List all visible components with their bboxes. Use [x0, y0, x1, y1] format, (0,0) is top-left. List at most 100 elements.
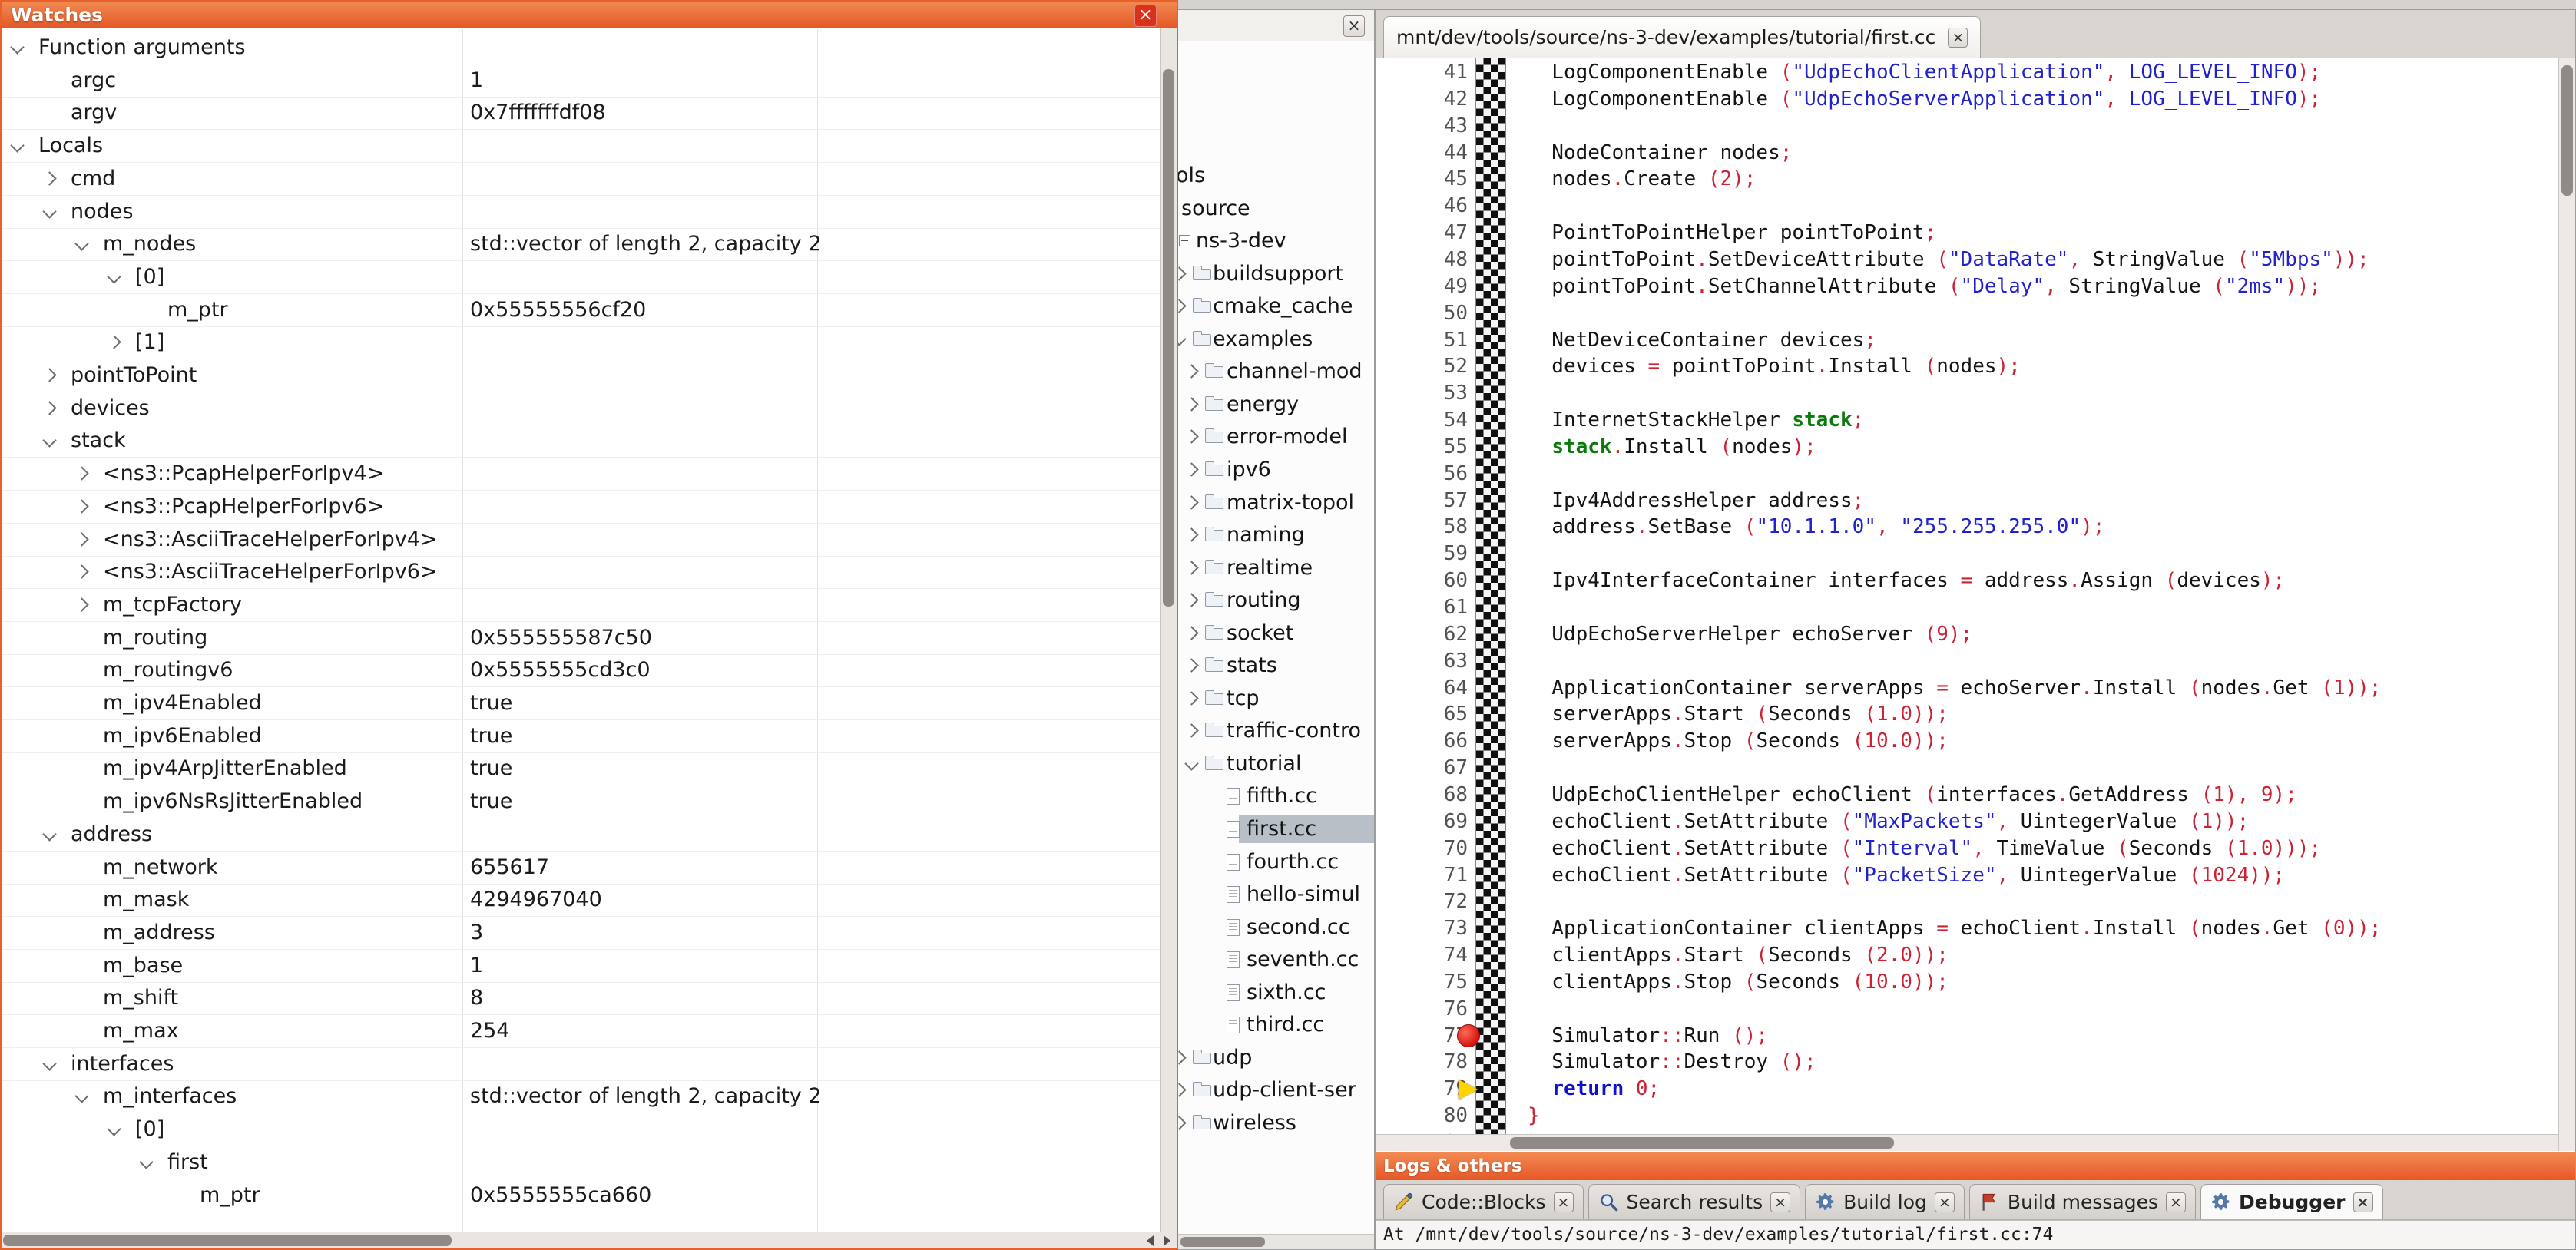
code-line[interactable]: 44 NodeContainer nodes;	[1376, 140, 2558, 167]
watches-titlebar[interactable]: Watches ×	[2, 2, 1177, 28]
watch-row[interactable]: m_tcpFactory	[2, 588, 1160, 622]
horizontal-scrollbar[interactable]	[1376, 1134, 2558, 1151]
tree-item-tutorial[interactable]: tutorial	[1162, 747, 1374, 780]
watch-row[interactable]: interfaces	[2, 1047, 1160, 1081]
expand-icon[interactable]	[1184, 495, 1198, 509]
collapse-icon[interactable]	[42, 434, 56, 448]
watch-row[interactable]: m_ipv6Enabledtrue	[2, 719, 1160, 753]
collapse-box-icon[interactable]	[1179, 235, 1190, 246]
watch-row[interactable]: m_ptr0x55555556cf20	[2, 293, 1160, 327]
code-line[interactable]: 76	[1376, 996, 2558, 1023]
code-line[interactable]: 60 Ipv4InterfaceContainer interfaces = a…	[1376, 567, 2558, 594]
scrollbar-thumb[interactable]	[3, 1235, 452, 1246]
watch-row[interactable]: argv0x7fffffffdf08	[2, 96, 1160, 130]
expand-icon[interactable]	[74, 532, 88, 546]
code-line[interactable]: 69 echoClient.SetAttribute ("MaxPackets"…	[1376, 809, 2558, 835]
watch-row[interactable]: m_nodesstd::vector of length 2, capacity…	[2, 227, 1160, 261]
tree-item-fifth.cc[interactable]: fifth.cc	[1162, 779, 1374, 812]
tree-item-fourth.cc[interactable]: fourth.cc	[1162, 845, 1374, 878]
scrollbar-thumb[interactable]	[2561, 65, 2573, 196]
close-tab-icon[interactable]: ×	[1554, 1192, 1574, 1212]
close-icon[interactable]: ×	[1134, 5, 1157, 27]
watch-row[interactable]: <ns3::PcapHelperForIpv6>	[2, 490, 1160, 524]
code-line[interactable]: 53	[1376, 380, 2558, 407]
expand-icon[interactable]	[1184, 593, 1198, 607]
expand-icon[interactable]	[42, 401, 56, 415]
close-tab-icon[interactable]: ×	[1770, 1192, 1790, 1212]
code-line[interactable]: 57 Ipv4AddressHelper address;	[1376, 488, 2558, 514]
watch-row[interactable]: address	[2, 818, 1160, 852]
watch-row[interactable]: argc1	[2, 64, 1160, 98]
logs-tab-debugger[interactable]: Debugger×	[2200, 1184, 2382, 1219]
expand-icon[interactable]	[42, 171, 56, 185]
code-editor[interactable]: 41 LogComponentEnable ("UdpEchoClientApp…	[1376, 58, 2558, 1151]
tree-item-cmake-cache[interactable]: cmake_cache	[1162, 289, 1374, 322]
close-tab-icon[interactable]: ×	[1935, 1192, 1955, 1212]
tree-item-socket[interactable]: socket	[1162, 617, 1374, 650]
scrollbar-thumb[interactable]	[1180, 1237, 1265, 1247]
logs-tab-build-log[interactable]: Build log×	[1805, 1184, 1965, 1219]
expand-icon[interactable]	[74, 564, 88, 578]
tree-item-matrix-topol[interactable]: matrix-topol	[1162, 486, 1374, 519]
code-line[interactable]: 68 UdpEchoClientHelper echoClient (inter…	[1376, 782, 2558, 809]
logs-panel-header[interactable]: Logs & others	[1376, 1152, 2575, 1180]
scroll-right-icon[interactable]	[1164, 1235, 1170, 1246]
tree-item-buildsupport[interactable]: buildsupport	[1162, 257, 1374, 290]
tree-item-source[interactable]: source	[1162, 192, 1374, 225]
watch-row[interactable]: m_max254	[2, 1014, 1160, 1048]
collapse-icon[interactable]	[10, 138, 24, 152]
watch-row[interactable]: m_routingv60x5555555cd3c0	[2, 653, 1160, 687]
horizontal-scrollbar[interactable]	[2, 1232, 1177, 1248]
code-line[interactable]: 45 nodes.Create (2);	[1376, 166, 2558, 193]
code-line[interactable]: 64 ApplicationContainer serverApps = ech…	[1376, 675, 2558, 702]
tree-item-stats[interactable]: stats	[1162, 649, 1374, 682]
logs-tab-code-blocks[interactable]: Code::Blocks×	[1383, 1184, 1584, 1219]
expand-icon[interactable]	[1184, 462, 1198, 476]
tree-item-second.cc[interactable]: second.cc	[1162, 911, 1374, 944]
watch-row[interactable]: <ns3::AsciiTraceHelperForIpv4>	[2, 523, 1160, 557]
expand-icon[interactable]	[1184, 724, 1198, 738]
code-line[interactable]: 54 InternetStackHelper stack;	[1376, 407, 2558, 434]
watch-row[interactable]: m_ipv6NsRsJitterEnabledtrue	[2, 785, 1160, 818]
panel-header[interactable]: ×	[1162, 10, 1374, 41]
collapse-icon[interactable]	[42, 204, 56, 218]
tree-item-third.cc[interactable]: third.cc	[1162, 1008, 1374, 1041]
expand-icon[interactable]	[74, 499, 88, 513]
expand-icon[interactable]	[1184, 527, 1198, 541]
tree-item-naming[interactable]: naming	[1162, 518, 1374, 551]
watch-row[interactable]: Locals	[2, 129, 1160, 163]
expand-icon[interactable]	[1184, 691, 1198, 705]
watch-row[interactable]: m_network655617	[2, 851, 1160, 885]
expand-icon[interactable]	[1184, 659, 1198, 673]
code-line[interactable]: 61	[1376, 594, 2558, 621]
collapse-icon[interactable]	[74, 236, 88, 250]
code-line[interactable]: 80}	[1376, 1103, 2558, 1129]
expand-icon[interactable]	[1184, 430, 1198, 444]
code-line[interactable]: 49 pointToPoint.SetChannelAttribute ("De…	[1376, 273, 2558, 300]
code-line[interactable]: 74 clientApps.Start (Seconds (2.0));	[1376, 942, 2558, 969]
horizontal-scrollbar[interactable]	[1162, 1234, 1374, 1249]
expand-icon[interactable]	[1184, 365, 1198, 379]
tree-item-traffic-contro[interactable]: traffic-contro	[1162, 714, 1374, 747]
collapse-icon[interactable]	[10, 40, 24, 54]
watch-row[interactable]: m_base1	[2, 949, 1160, 983]
watch-row[interactable]: m_address3	[2, 916, 1160, 950]
code-line[interactable]: 50	[1376, 300, 2558, 327]
tree-item-sixth.cc[interactable]: sixth.cc	[1162, 976, 1374, 1009]
watch-row[interactable]: <ns3::AsciiTraceHelperForIpv6>	[2, 555, 1160, 589]
collapse-icon[interactable]	[42, 827, 56, 841]
watch-row[interactable]: stack	[2, 424, 1160, 458]
watch-row[interactable]: first	[2, 1146, 1160, 1179]
watch-row[interactable]: m_ptr0x5555555ca660	[2, 1179, 1160, 1212]
expand-icon[interactable]	[107, 336, 121, 349]
code-line[interactable]: 59	[1376, 541, 2558, 567]
close-icon[interactable]: ×	[1343, 15, 1365, 37]
close-tab-icon[interactable]: ×	[2166, 1192, 2186, 1212]
code-line[interactable]: 52 devices = pointToPoint.Install (nodes…	[1376, 353, 2558, 380]
tree-item-tcp[interactable]: tcp	[1162, 682, 1374, 715]
tree-item-realtime[interactable]: realtime	[1162, 551, 1374, 584]
scrollbar-thumb[interactable]	[1163, 69, 1174, 607]
vertical-scrollbar[interactable]	[2558, 58, 2575, 1151]
logs-tab-search-results[interactable]: Search results×	[1588, 1184, 1801, 1219]
watch-row[interactable]: m_shift8	[2, 981, 1160, 1015]
